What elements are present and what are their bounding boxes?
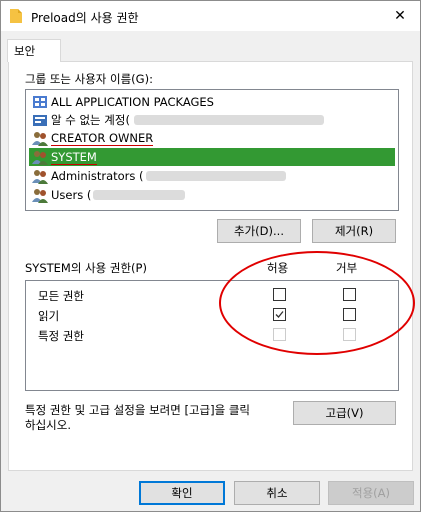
unknown-account-icon (33, 115, 47, 126)
list-item-label: 알 수 없는 계정( (51, 113, 130, 127)
tab-security-label: 보안 (14, 44, 36, 58)
remove-button[interactable]: 제거(R) (312, 219, 396, 243)
users-icon (32, 132, 48, 146)
file-icon (10, 9, 22, 23)
title-bar: Preload의 사용 권한 ✕ (1, 1, 420, 31)
users-icon (32, 170, 48, 184)
groups-listbox[interactable]: ALL APPLICATION PACKAGES 알 수 없는 계정( CREA… (25, 89, 399, 211)
advanced-button[interactable]: 고급(V) (293, 401, 396, 425)
close-icon: ✕ (394, 8, 406, 24)
list-item-label: Users ( (51, 188, 92, 202)
list-item-all-application-packages[interactable]: ALL APPLICATION PACKAGES (29, 93, 395, 111)
permissions-label: SYSTEM의 사용 권한(P) (25, 261, 147, 275)
ok-button[interactable]: 확인 (139, 481, 225, 505)
list-item-label: ALL APPLICATION PACKAGES (51, 95, 214, 109)
apply-button: 적용(A) (328, 481, 414, 505)
list-item-label: SYSTEM (51, 149, 97, 165)
redacted-text (133, 115, 324, 125)
remove-button-label: 제거(R) (334, 224, 374, 238)
packages-icon (33, 96, 47, 108)
users-icon (32, 189, 48, 203)
list-item-creator-owner[interactable]: CREATOR OWNER (29, 129, 395, 147)
add-button-label: 추가(D)... (234, 224, 284, 238)
advanced-button-label: 고급(V) (325, 406, 364, 420)
advanced-hint-line1: 특정 권한 및 고급 설정을 보려면 [고급]을 클릭 (25, 403, 250, 417)
list-item-label: Administrators ( (51, 169, 144, 183)
groups-label: 그룹 또는 사용자 이름(G): (25, 72, 153, 86)
permissions-dialog: Preload의 사용 권한 ✕ 보안 그룹 또는 사용자 이름(G): ALL… (0, 0, 421, 512)
users-icon (32, 151, 48, 165)
redacted-text (145, 171, 286, 181)
annotation-circle (219, 251, 415, 355)
permission-read: 읽기 (38, 309, 60, 323)
window-title: Preload의 사용 권한 (31, 11, 139, 25)
tab-security[interactable]: 보안 (7, 39, 61, 62)
apply-button-label: 적용(A) (352, 486, 390, 500)
advanced-hint-line2: 하십시오. (25, 418, 71, 432)
ok-button-label: 확인 (171, 486, 193, 500)
list-item-administrators[interactable]: Administrators ( (29, 167, 395, 185)
list-item-system[interactable]: SYSTEM (29, 148, 395, 166)
permission-full-control: 모든 권한 (38, 289, 84, 303)
permission-special: 특정 권한 (38, 329, 84, 343)
redacted-text (93, 190, 186, 200)
list-item-users[interactable]: Users ( (29, 186, 395, 204)
list-item-unknown-account[interactable]: 알 수 없는 계정( (29, 111, 395, 129)
cancel-button[interactable]: 취소 (234, 481, 320, 505)
add-button[interactable]: 추가(D)... (217, 219, 301, 243)
close-button[interactable]: ✕ (380, 1, 420, 31)
cancel-button-label: 취소 (266, 486, 288, 500)
list-item-label: CREATOR OWNER (51, 130, 154, 146)
